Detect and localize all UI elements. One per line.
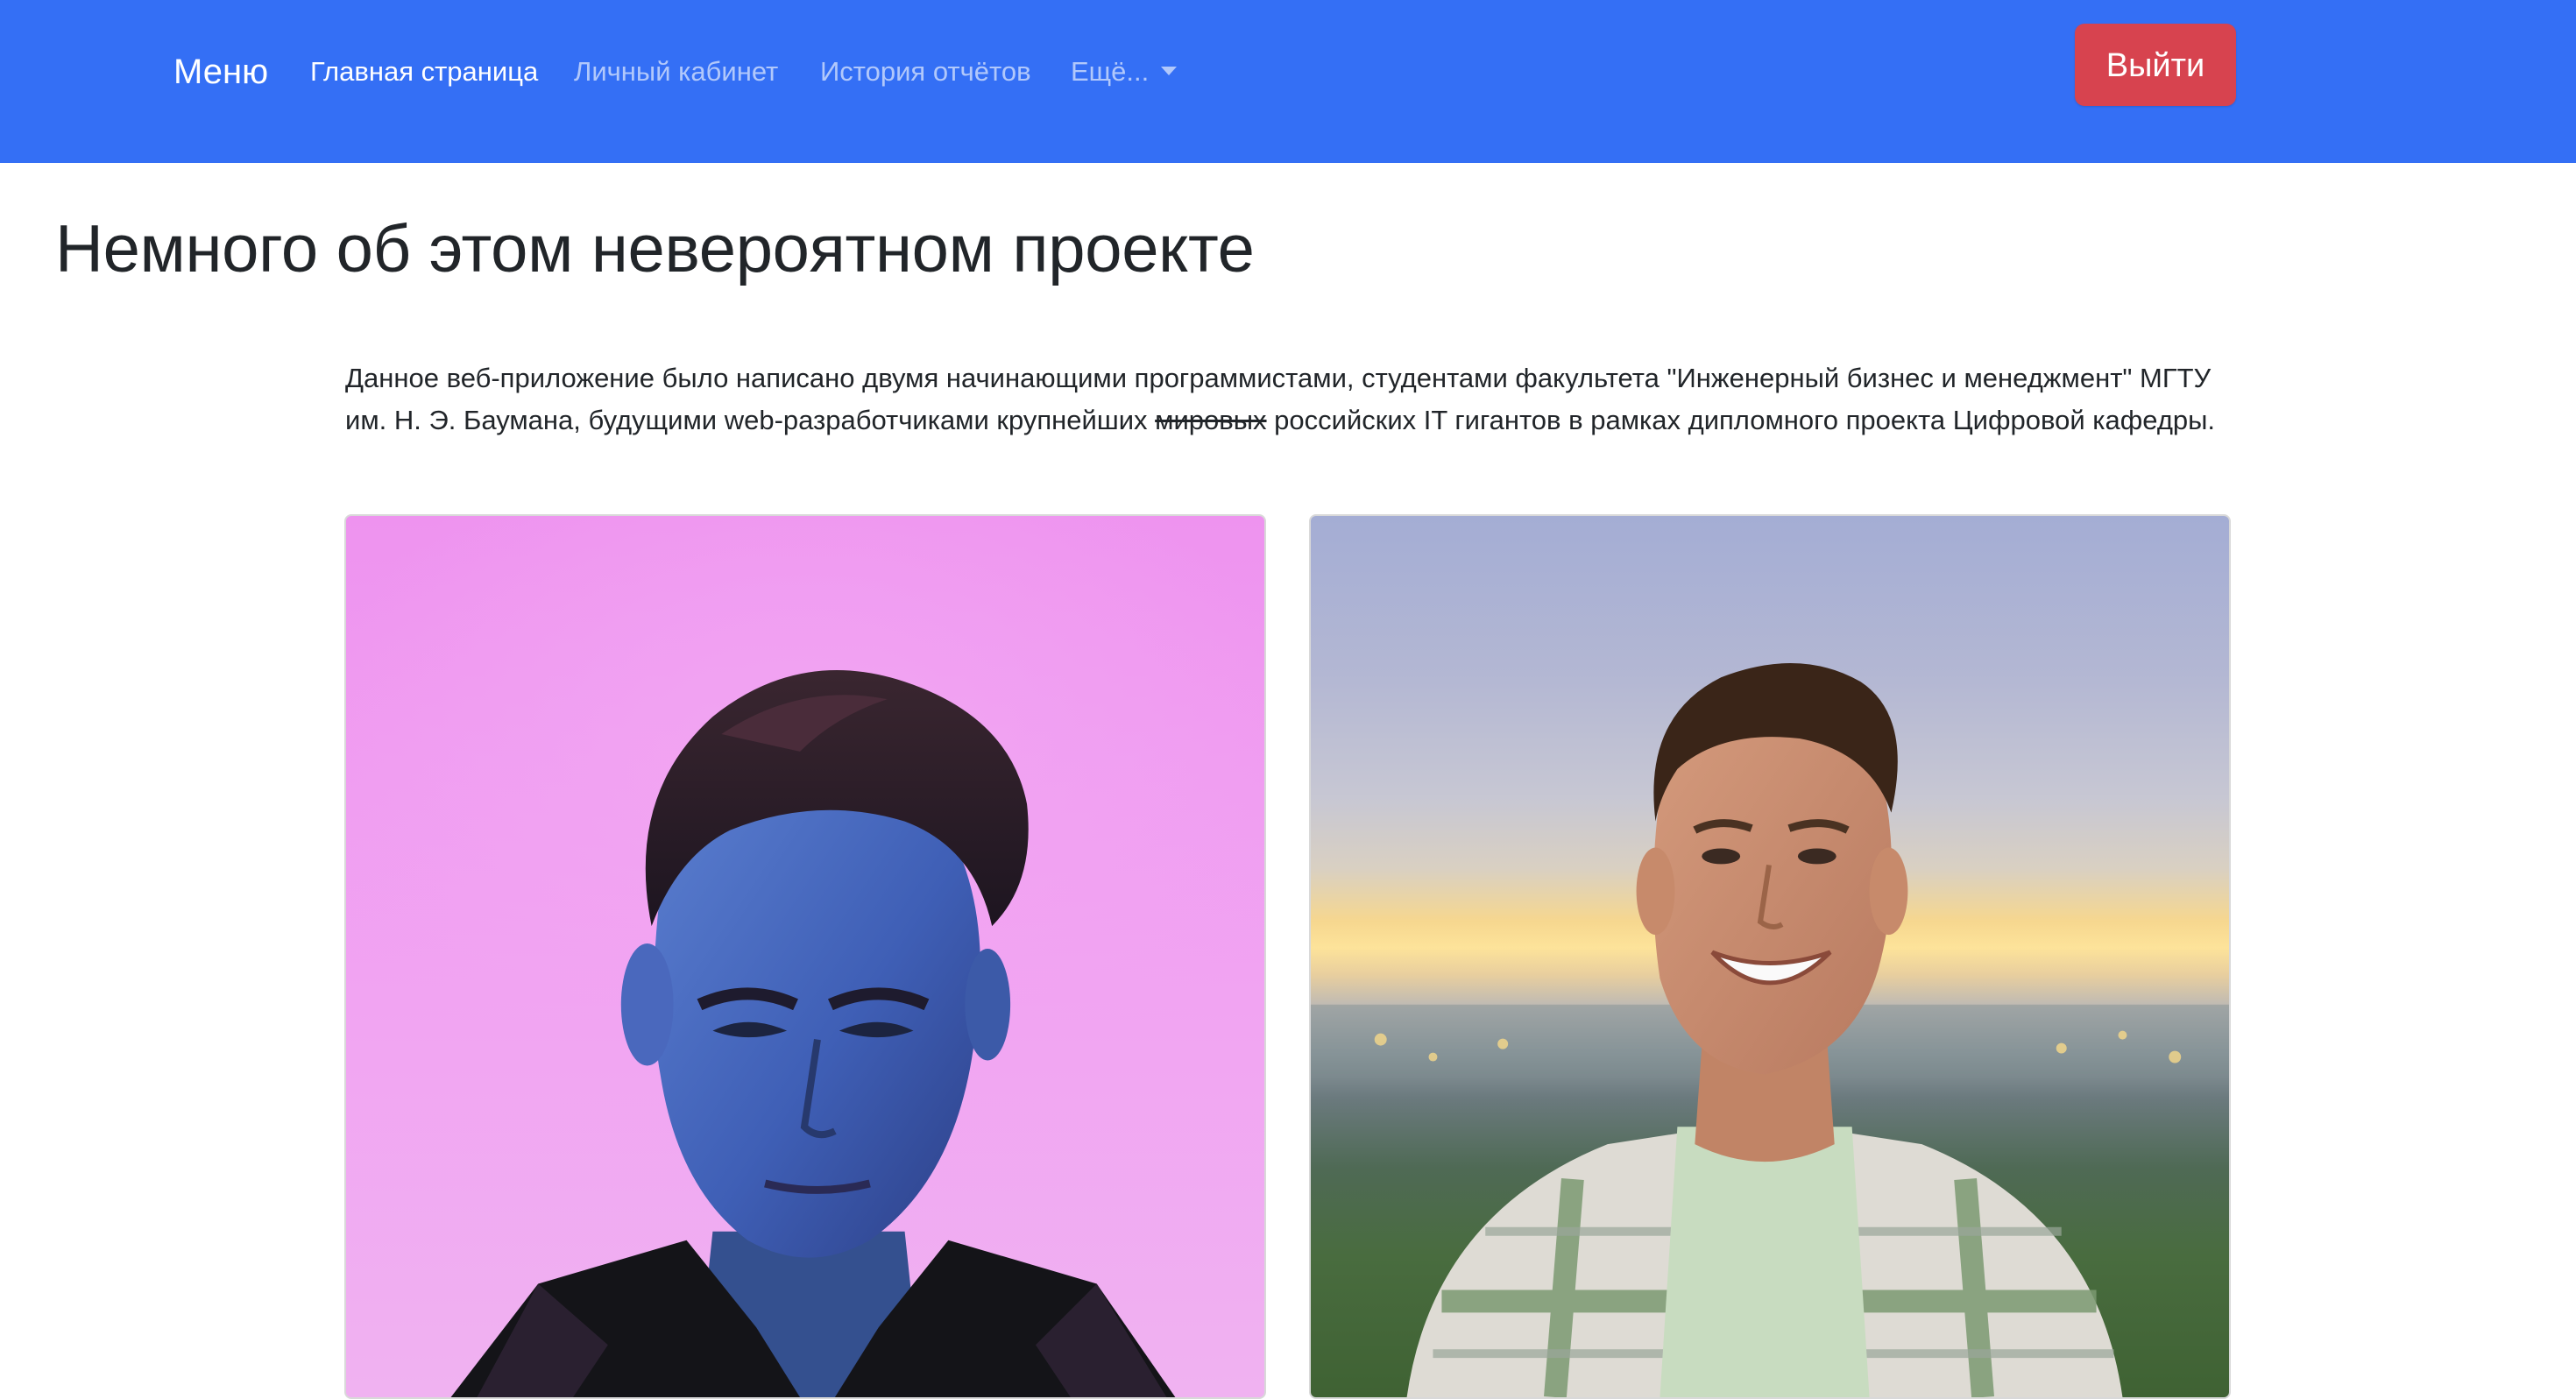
struck-word: мировых (1155, 405, 1267, 435)
author-photo-2 (1309, 514, 2231, 1399)
nav-dropdown-more-label: Ещё... (1071, 56, 1150, 87)
page-title: Немного об этом невероятном проекте (55, 212, 1255, 286)
chevron-down-icon (1161, 67, 1178, 75)
author-photo-1 (344, 514, 1266, 1399)
nav-link-report-history[interactable]: История отчётов (820, 53, 1031, 91)
portrait-2-image (1311, 662, 2229, 1397)
project-description-part-2: российских IT гигантов в рамках дипломно… (1266, 405, 2216, 435)
top-navbar: Меню Главная страница Личный кабинет Ист… (0, 0, 2576, 163)
portrait-1-image (450, 669, 1176, 1397)
nav-link-profile[interactable]: Личный кабинет (574, 53, 778, 91)
nav-link-home[interactable]: Главная страница (310, 53, 538, 91)
project-description: Данное веб-приложение было написано двум… (345, 357, 2255, 442)
nav-dropdown-more[interactable]: Ещё... (1071, 53, 1178, 91)
navbar-brand-menu[interactable]: Меню (173, 46, 268, 98)
logout-button[interactable]: Выйти (2075, 24, 2236, 106)
